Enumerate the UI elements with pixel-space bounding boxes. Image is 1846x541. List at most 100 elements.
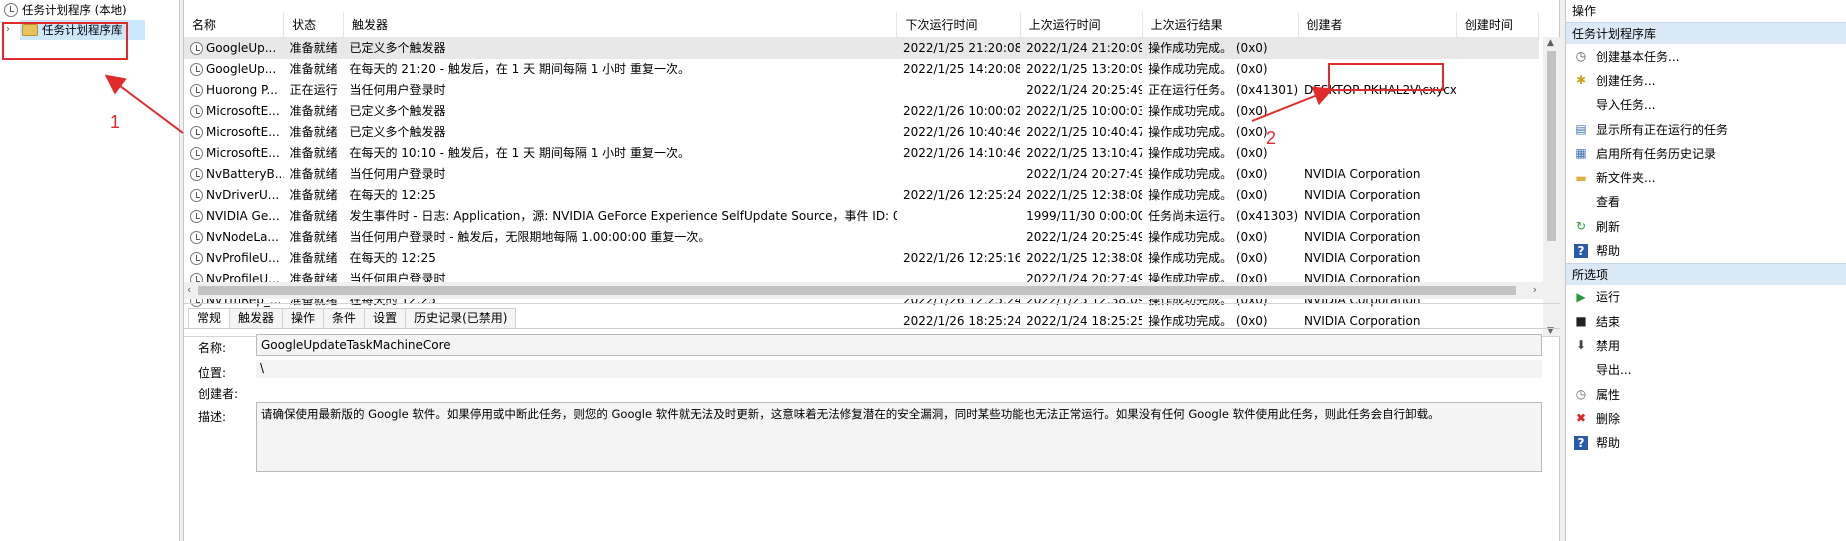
task-name-wrap: Huorong P...	[190, 80, 284, 101]
table-cell	[1456, 37, 1539, 59]
action-item[interactable]: 查看	[1566, 190, 1846, 214]
tab-0[interactable]: 常规	[188, 308, 231, 329]
column-header[interactable]: 名称	[184, 12, 285, 38]
action-item[interactable]: ▦ 启用所有任务历史记录	[1566, 141, 1846, 165]
description-label: 描述:	[198, 410, 227, 424]
table-cell: 已定义多个触发器	[349, 103, 446, 118]
table-cell: 发生事件时 - 日志: Application，源: NVIDIA GeForc…	[349, 208, 897, 223]
task-clock-icon	[190, 251, 203, 265]
table-row[interactable]: MicrosoftE... 准备就绪 已定义多个触发器 2022/1/26 10:00…	[184, 101, 1539, 122]
task-name-wrap: MicrosoftE...	[190, 101, 284, 122]
table-cell: 准备就绪	[289, 229, 338, 244]
table-cell: 2022/1/26 14:10:46	[902, 145, 1021, 160]
action-item[interactable]: ? 帮助	[1566, 238, 1846, 262]
action-label: 创建基本任务...	[1596, 49, 1680, 64]
table-row[interactable]: GoogleUp... 准备就绪 已定义多个触发器 2022/1/25 21:20:0…	[184, 37, 1539, 59]
action-item[interactable]: ✱ 创建任务...	[1566, 68, 1846, 92]
table-row[interactable]: NVIDIA Ge... 准备就绪 发生事件时 - 日志: Application，…	[184, 206, 1539, 227]
table-cell	[1456, 143, 1538, 164]
action-label: 帮助	[1596, 436, 1621, 451]
action-item[interactable]: ▶ 运行	[1566, 285, 1846, 309]
column-header[interactable]: 创建者	[1298, 12, 1457, 38]
blank-icon	[1574, 195, 1588, 209]
table-row[interactable]: NvNodeLa... 准备就绪 当任何用户登录时 - 触发后，无限期地每隔 1.0…	[184, 227, 1539, 248]
tree-root[interactable]: 任务计划程序 (本地)	[0, 0, 179, 20]
tree-library-row[interactable]: › 任务计划程序库	[0, 20, 179, 40]
tab-4[interactable]: 设置	[364, 308, 407, 328]
table-row[interactable]: NvDriverU... 准备就绪 在每天的 12:25 2022/1/26 12:2…	[184, 185, 1539, 206]
description-field[interactable]: 请确保使用最新版的 Google 软件。如果停用或中断此任务，则您的 Googl…	[256, 402, 1542, 472]
disable-icon: ⬇	[1575, 338, 1587, 353]
action-item[interactable]: ◷ 创建基本任务...	[1566, 44, 1846, 68]
name-label: 名称:	[198, 341, 227, 355]
column-header[interactable]: 上次运行结果	[1142, 12, 1299, 38]
action-item[interactable]: 导出...	[1566, 358, 1846, 382]
task-clock-icon	[190, 230, 203, 244]
task-name-text: MicrosoftE...	[206, 103, 280, 118]
author-label: 创建者:	[198, 387, 239, 401]
table-cell: 在每天的 12:25	[349, 187, 436, 202]
table-cell: 2022/1/25 12:38:08	[1026, 187, 1143, 202]
properties-icon: ◷	[1575, 387, 1587, 401]
task-details-panel: 常规 触发器 操作 条件 设置 历史记录(已禁用) 名称: GoogleUpdateTas…	[184, 303, 1560, 492]
action-item[interactable]: 导入任务...	[1566, 93, 1846, 117]
action-label: 属性	[1596, 387, 1621, 402]
table-row[interactable]: MicrosoftE... 准备就绪 已定义多个触发器 2022/1/26 10:40…	[184, 122, 1539, 143]
action-item[interactable]: ■ 结束	[1566, 309, 1846, 333]
hscroll-thumb[interactable]	[198, 286, 1516, 295]
action-item[interactable]: ⬇ 禁用	[1566, 333, 1846, 357]
table-cell	[897, 227, 1020, 248]
horizontal-scrollbar[interactable]: ‹ ›	[184, 282, 1560, 299]
tab-2[interactable]: 操作	[282, 308, 325, 328]
table-cell: 1999/11/30 0:00:00	[1026, 208, 1143, 223]
table-cell: 2022/1/25 13:20:09	[1026, 61, 1143, 76]
help-icon: ?	[1574, 435, 1588, 450]
scroll-thumb[interactable]	[1547, 51, 1556, 241]
section-selected-item[interactable]: 所选项	[1566, 262, 1846, 285]
expand-chevron-icon[interactable]: ›	[6, 20, 16, 40]
column-header[interactable]: 状态	[283, 12, 344, 38]
column-header[interactable]: 创建时间	[1456, 12, 1540, 38]
scheduler-icon	[4, 3, 18, 17]
task-name-cell: MicrosoftE...	[184, 101, 284, 122]
table-row[interactable]: GoogleUp... 准备就绪 在每天的 21:20 - 触发后，在 1 天 期间…	[184, 59, 1539, 80]
action-item[interactable]: ✖ 删除	[1566, 406, 1846, 430]
location-field[interactable]: \	[256, 360, 1542, 378]
action-label: 创建任务...	[1596, 73, 1656, 88]
scroll-right-icon[interactable]: ›	[1533, 283, 1537, 296]
task-clock-icon	[190, 104, 203, 118]
column-header[interactable]: 上次运行时间	[1020, 12, 1143, 38]
scroll-up-icon[interactable]: ▲	[1547, 38, 1554, 48]
scroll-left-icon[interactable]: ‹	[187, 283, 191, 296]
tab-3[interactable]: 条件	[323, 308, 366, 328]
table-row[interactable]: Huorong P... 正在运行 当任何用户登录时 2022/1/24 20:25:…	[184, 80, 1539, 101]
task-name-text: NvDriverU...	[206, 187, 280, 202]
task-name-field[interactable]: GoogleUpdateTaskMachineCore	[256, 334, 1542, 356]
refresh-icon: ↻	[1575, 219, 1587, 234]
tree-item-label: 任务计划程序库	[42, 23, 123, 37]
action-item[interactable]: ? 帮助	[1566, 430, 1846, 454]
table-cell: NVIDIA Corporation	[1304, 166, 1421, 181]
table-cell	[897, 206, 1020, 227]
table-row[interactable]: NvBatteryB... 准备就绪 当任何用户登录时 2022/1/24 20:27…	[184, 164, 1539, 185]
action-item[interactable]: ▬ 新文件夹...	[1566, 165, 1846, 189]
table-cell: 2022/1/26 12:25:24	[902, 187, 1021, 202]
table-cell	[1456, 206, 1538, 227]
column-header[interactable]: 触发器	[343, 12, 898, 38]
section-task-library[interactable]: 任务计划程序库	[1566, 22, 1846, 44]
task-name-cell: NvBatteryB...	[184, 164, 284, 185]
action-item[interactable]: ↻ 刷新	[1566, 214, 1846, 238]
table-row[interactable]: MicrosoftE... 准备就绪 在每天的 10:10 - 触发后，在 1 天 …	[184, 143, 1539, 164]
table-row[interactable]: NvProfileU... 准备就绪 在每天的 12:25 2022/1/26 12:…	[184, 248, 1539, 269]
tree-item-task-library[interactable]: 任务计划程序库	[20, 20, 145, 40]
task-clock-icon	[190, 167, 203, 181]
table-cell	[897, 164, 1020, 185]
tab-1[interactable]: 触发器	[229, 308, 284, 328]
action-item[interactable]: ◷ 属性	[1566, 382, 1846, 406]
action-item[interactable]: ▤ 显示所有正在运行的任务	[1566, 117, 1846, 141]
column-header[interactable]: 下次运行时间	[896, 12, 1021, 38]
task-name-wrap: NVIDIA Ge...	[190, 206, 284, 227]
task-name-text: GoogleUp...	[206, 61, 277, 76]
tab-5[interactable]: 历史记录(已禁用)	[405, 308, 517, 328]
table-cell: 已定义多个触发器	[349, 124, 446, 139]
